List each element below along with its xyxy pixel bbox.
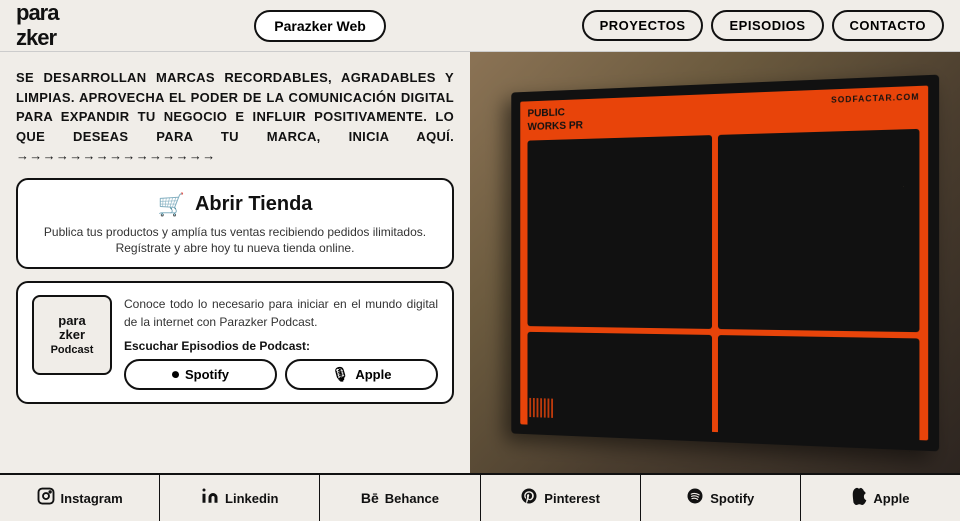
footer-apple[interactable]: Apple — [801, 475, 960, 521]
nav-contacto[interactable]: CONTACTO — [832, 10, 944, 41]
billboard-barcode — [528, 397, 555, 417]
store-card: 🛒 Abrir Tienda Publica tus productos y a… — [16, 178, 454, 270]
podcast-logo: parazker Podcast — [32, 295, 112, 375]
footer: Instagram Linkedin Bē Behance Pinterest — [0, 473, 960, 521]
open-store-button[interactable]: 🛒 Abrir Tienda — [34, 192, 436, 218]
apple-footer-icon — [851, 487, 867, 510]
apple-podcasts-icon: 🎙 — [332, 366, 350, 383]
apple-label: Apple — [355, 367, 391, 382]
billboard-inner: PUBLIC WORKS PR SODFACTAR.COM 17-02-22 S… — [521, 85, 929, 440]
footer-behance-label: Behance — [385, 491, 439, 506]
instagram-icon — [37, 487, 55, 510]
billboard-square-3 — [528, 332, 712, 440]
podcast-buttons: ⏺ Spotify 🎙 Apple — [124, 359, 438, 390]
footer-spotify[interactable]: Spotify — [641, 475, 801, 521]
spotify-footer-icon — [686, 487, 704, 510]
header: para zker Parazker Web PROYECTOS EPISODI… — [0, 0, 960, 52]
arrows: →→→→→→→→→→→→→→→ — [16, 148, 216, 163]
spotify-label: Spotify — [185, 367, 229, 382]
footer-spotify-label: Spotify — [710, 491, 754, 506]
footer-linkedin[interactable]: Linkedin — [160, 475, 320, 521]
billboard-url: SODFACTAR.COM — [831, 92, 920, 105]
billboard-works-text: WORKS PR — [528, 118, 584, 134]
billboard-background: PUBLIC WORKS PR SODFACTAR.COM 17-02-22 S… — [470, 52, 960, 473]
store-button-label: Abrir Tienda — [195, 193, 312, 216]
store-description: Publica tus productos y amplía tus venta… — [34, 224, 436, 258]
footer-apple-label: Apple — [873, 491, 909, 506]
nav-proyectos[interactable]: PROYECTOS — [582, 10, 704, 41]
billboard-square-1 — [528, 134, 712, 328]
main-content: SE DESARROLLAN MARCAS RECORDABLES, AGRAD… — [0, 52, 960, 473]
tagline-text: SE DESARROLLAN MARCAS RECORDABLES, AGRAD… — [16, 70, 454, 144]
footer-instagram-label: Instagram — [61, 491, 123, 506]
spotify-icon: ⏺ — [172, 366, 179, 383]
spotify-podcast-button[interactable]: ⏺ Spotify — [124, 359, 277, 390]
tagline: SE DESARROLLAN MARCAS RECORDABLES, AGRAD… — [16, 68, 454, 166]
podcast-description: Conoce todo lo necesario para iniciar en… — [124, 295, 438, 331]
behance-icon: Bē — [361, 490, 379, 506]
linkedin-icon — [201, 487, 219, 510]
billboard-grid — [521, 124, 929, 440]
footer-pinterest-label: Pinterest — [544, 491, 600, 506]
left-panel: SE DESARROLLAN MARCAS RECORDABLES, AGRAD… — [0, 52, 470, 473]
footer-pinterest[interactable]: Pinterest — [481, 475, 641, 521]
billboard-outer: PUBLIC WORKS PR SODFACTAR.COM 17-02-22 S… — [512, 74, 940, 451]
nav-episodios[interactable]: EPISODIOS — [711, 10, 823, 41]
footer-linkedin-label: Linkedin — [225, 491, 278, 506]
header-nav: PROYECTOS EPISODIOS CONTACTO — [582, 10, 944, 41]
logo-line1: para — [16, 0, 58, 25]
billboard-public-text: PUBLIC — [528, 105, 584, 121]
billboard-square-2 — [718, 128, 920, 332]
pinterest-icon — [520, 487, 538, 510]
parazker-web-button[interactable]: Parazker Web — [254, 10, 386, 42]
podcast-logo-sub: Podcast — [51, 344, 94, 356]
footer-behance[interactable]: Bē Behance — [320, 475, 480, 521]
header-center: Parazker Web — [254, 10, 386, 42]
logo: para zker — [16, 1, 58, 49]
cart-icon: 🛒 — [158, 192, 185, 218]
podcast-card: parazker Podcast Conoce todo lo necesari… — [16, 281, 454, 404]
podcast-listen-label: Escuchar Episodios de Podcast: — [124, 339, 438, 353]
right-panel: PUBLIC WORKS PR SODFACTAR.COM 17-02-22 S… — [470, 52, 960, 473]
footer-instagram[interactable]: Instagram — [0, 475, 160, 521]
billboard-square-4 — [718, 335, 920, 440]
apple-podcast-button[interactable]: 🎙 Apple — [285, 359, 438, 390]
logo-line2: zker — [16, 25, 56, 50]
podcast-right: Conoce todo lo necesario para iniciar en… — [124, 295, 438, 390]
